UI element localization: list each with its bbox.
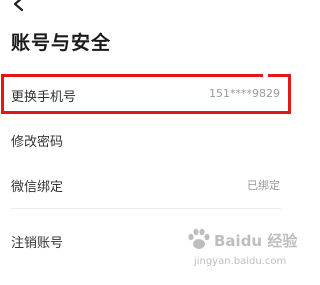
- change-phone-label: 更换手机号: [11, 90, 77, 105]
- cancel-account-row[interactable]: 注销账号: [0, 220, 300, 260]
- page-title: 账号与安全: [11, 32, 112, 54]
- wechat-binding-status: 已绑定: [247, 179, 280, 192]
- back-button[interactable]: [10, 0, 30, 12]
- cancel-account-label: 注销账号: [11, 236, 64, 251]
- wechat-binding-row[interactable]: 微信绑定 已绑定: [0, 164, 300, 204]
- phone-number-value: 151****9829: [209, 87, 280, 100]
- section-divider: [11, 208, 281, 209]
- change-password-label: 修改密码: [11, 135, 64, 150]
- chevron-left-icon: [13, 0, 24, 12]
- account-security-page: 账号与安全 更换手机号 151****9829 修改密码 微信绑定 已绑定 注销…: [0, 0, 300, 285]
- wechat-binding-label: 微信绑定: [11, 180, 64, 195]
- change-password-row[interactable]: 修改密码: [0, 119, 300, 159]
- change-phone-row[interactable]: 更换手机号 151****9829: [0, 74, 300, 114]
